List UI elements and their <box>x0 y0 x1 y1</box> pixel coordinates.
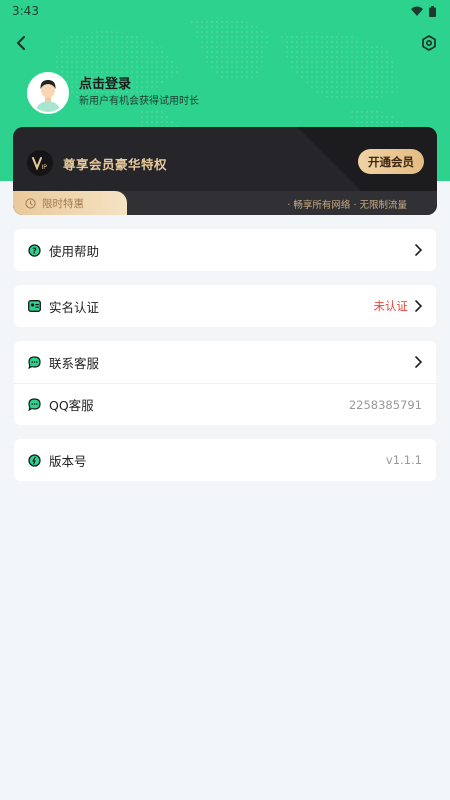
chevron-right-icon <box>414 244 422 256</box>
realname-card: 实名认证 未认证 <box>14 285 436 327</box>
battery-icon <box>429 5 436 17</box>
menu-item-help-label: 使用帮助 <box>49 243 100 259</box>
limited-offer-label: 限时特惠 <box>42 197 84 210</box>
avatar <box>27 72 69 114</box>
vip-benefits-bar: 限时特惠 · 畅享所有网络 · 无限制流量 <box>13 191 437 215</box>
login-subtitle: 新用户有机会获得试用时长 <box>79 96 199 107</box>
menu-item-help[interactable]: ? 使用帮助 <box>14 229 436 271</box>
help-icon: ? <box>28 243 41 257</box>
version-card: 版本号 v1.1.1 <box>14 439 436 481</box>
vip-title: 尊享会员豪华特权 <box>63 157 168 172</box>
clock-icon <box>25 197 36 209</box>
settings-button[interactable] <box>418 32 440 54</box>
menu-item-contact-label: 联系客服 <box>49 355 100 371</box>
settings-icon <box>422 35 436 51</box>
wifi-icon <box>411 6 423 16</box>
chat-icon <box>28 398 41 411</box>
nav-bar <box>0 30 450 56</box>
vip-icon: IP <box>27 150 53 176</box>
contact-card: 联系客服 QQ客服 2258385791 <box>14 341 436 425</box>
login-profile[interactable]: 点击登录 新用户有机会获得试用时长 <box>27 72 199 114</box>
status-bar: 3:43 <box>0 0 450 22</box>
menu-item-contact[interactable]: 联系客服 <box>14 341 436 383</box>
open-vip-button[interactable]: 开通会员 <box>358 149 424 174</box>
login-title: 点击登录 <box>79 77 132 92</box>
id-card-icon <box>28 300 41 313</box>
svg-text:?: ? <box>32 246 37 255</box>
back-icon <box>17 36 25 50</box>
info-icon <box>28 453 41 467</box>
vip-benefits: · 畅享所有网络 · 无限制流量 <box>287 200 407 211</box>
help-card: ? 使用帮助 <box>14 229 436 271</box>
menu-item-version-label: 版本号 <box>49 453 87 469</box>
menu-item-realname[interactable]: 实名认证 未认证 <box>14 285 436 327</box>
vip-card[interactable]: IP 尊享会员豪华特权 开通会员 限时特惠 · 畅享所有网络 · 无限制流量 <box>13 127 437 215</box>
svg-text:IP: IP <box>42 164 48 170</box>
menu-item-qq[interactable]: QQ客服 2258385791 <box>14 383 436 425</box>
chat-icon <box>28 355 41 369</box>
chevron-right-icon <box>414 300 422 312</box>
menu-item-version[interactable]: 版本号 v1.1.1 <box>14 439 436 481</box>
qq-number: 2258385791 <box>348 397 422 412</box>
avatar-icon <box>29 74 67 112</box>
menu-item-qq-label: QQ客服 <box>49 398 94 413</box>
version-number: v1.1.1 <box>385 453 422 467</box>
status-time: 3:43 <box>12 4 39 18</box>
menu-item-realname-label: 实名认证 <box>49 299 100 315</box>
back-button[interactable] <box>10 32 32 54</box>
chevron-right-icon <box>414 356 422 368</box>
limited-offer-tab[interactable]: 限时特惠 <box>13 191 127 215</box>
realname-status: 未认证 <box>373 299 409 313</box>
